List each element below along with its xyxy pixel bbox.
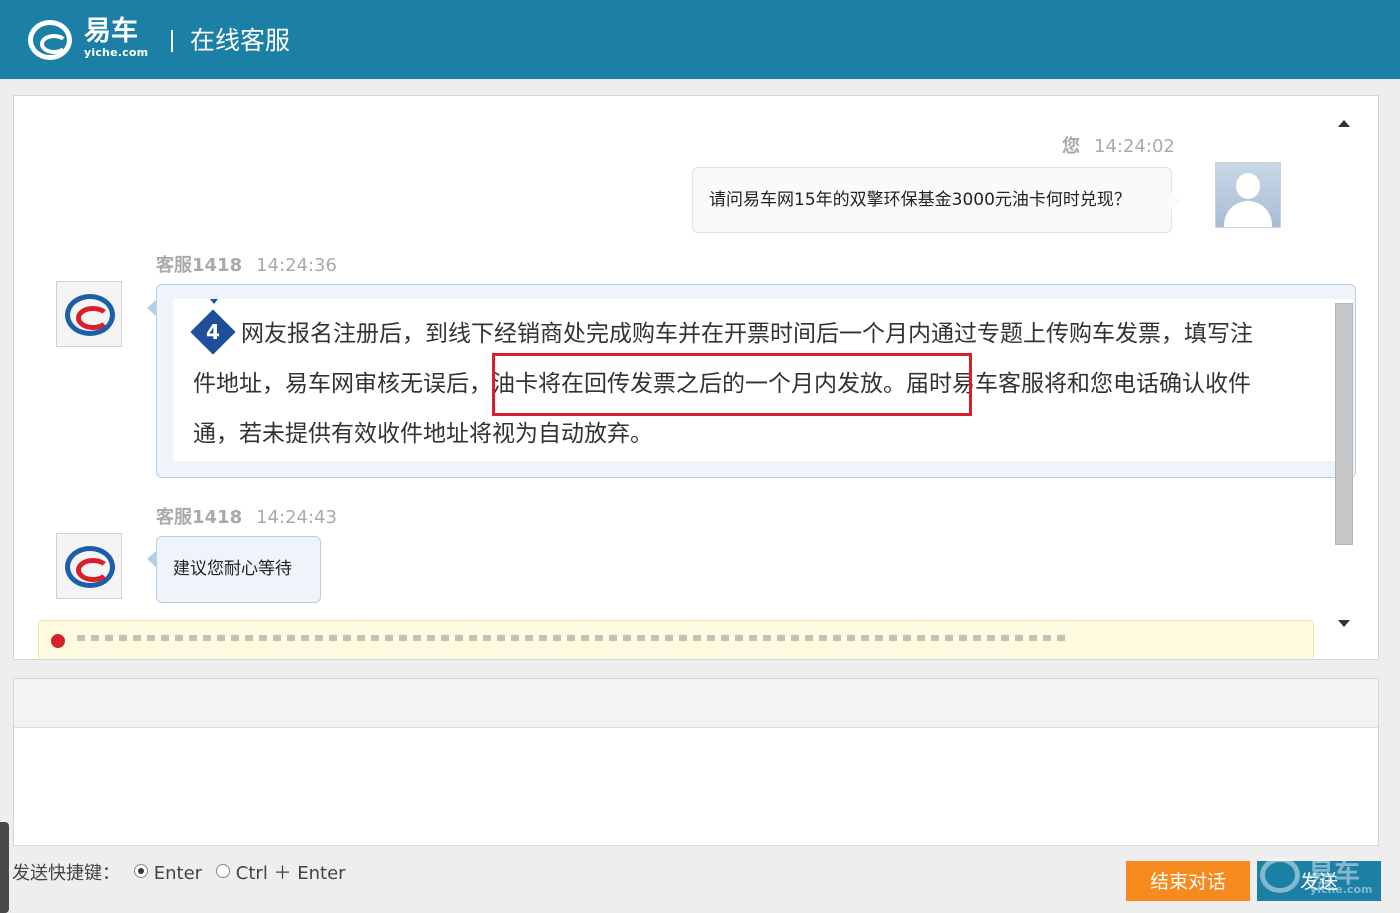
- header-divider: [171, 30, 173, 52]
- message-time: 14:24:43: [256, 507, 337, 528]
- user-avatar: [1215, 162, 1281, 228]
- message-meta-user: 您 14:24:02: [1062, 132, 1175, 158]
- faq-line: 通，若未提供有效收件地址将视为自动放弃。: [193, 421, 653, 447]
- agent-avatar: [56, 281, 122, 347]
- logo-text: 易车: [84, 16, 138, 47]
- yiche-logo-icon: [65, 294, 115, 336]
- message-time: 14:24:36: [256, 255, 337, 276]
- agent-message-bubble: 建议您耐心等待: [147, 536, 321, 603]
- message-input-panel: [13, 678, 1379, 846]
- faq-line: 4 网友报名注册后，到线下经销商处完成购车并在开票时间后一个月内通过专题上传购车发…: [190, 308, 1378, 359]
- header-bar: 易车 yiche.com 在线客服: [0, 0, 1400, 79]
- chat-history-panel[interactable]: 您 14:24:02 请问易车网15年的双擎环保基金3000元油卡何时兑现？ 客服…: [13, 95, 1379, 660]
- yiche-logo-icon: [65, 546, 115, 588]
- sender-name: 客服1418: [156, 507, 243, 528]
- end-chat-button[interactable]: 结束对话: [1126, 861, 1250, 901]
- triangle-marker-icon: [210, 299, 218, 304]
- sender-name: 您: [1062, 136, 1080, 157]
- sender-name: 客服1418: [156, 255, 243, 276]
- side-handle: [0, 822, 9, 913]
- message-input[interactable]: [14, 728, 1378, 845]
- radio-enter-label[interactable]: Enter: [154, 863, 202, 884]
- user-message-bubble: 请问易车网15年的双擎环保基金3000元油卡何时兑现？: [692, 167, 1180, 233]
- user-silhouette-icon: [1236, 173, 1260, 199]
- shortcut-label: 发送快捷键：: [12, 863, 120, 884]
- page-title: 在线客服: [190, 26, 291, 55]
- alert-icon: [51, 634, 65, 648]
- radio-enter[interactable]: [133, 864, 148, 878]
- input-toolbar: [14, 679, 1378, 728]
- logo-subtext: yiche.com: [84, 46, 149, 59]
- send-shortcut-options: 发送快捷键： Enter Ctrl ＋ Enter: [12, 858, 346, 890]
- message-meta-agent: 客服1418 14:24:36: [156, 251, 337, 277]
- send-button[interactable]: 发送: [1257, 861, 1381, 901]
- radio-ctrl-enter[interactable]: [215, 864, 230, 878]
- agent-avatar: [56, 533, 122, 599]
- yiche-logo-icon: [28, 20, 72, 60]
- highlight-annotation-box: [492, 353, 972, 416]
- chat-scrollbar[interactable]: [1333, 116, 1357, 638]
- yiche-logo: 易车 yiche.com: [26, 16, 156, 64]
- message-time: 14:24:02: [1094, 136, 1175, 157]
- radio-ctrl-enter-label[interactable]: Ctrl ＋ Enter: [236, 863, 346, 884]
- scrollbar-thumb[interactable]: [1335, 303, 1353, 545]
- scroll-down-arrow-icon[interactable]: [1338, 620, 1350, 627]
- system-notice-strip: [38, 620, 1314, 659]
- message-meta-agent: 客服1418 14:24:43: [156, 503, 337, 529]
- scroll-up-arrow-icon[interactable]: [1338, 120, 1350, 127]
- number-badge-icon: 4: [190, 308, 236, 355]
